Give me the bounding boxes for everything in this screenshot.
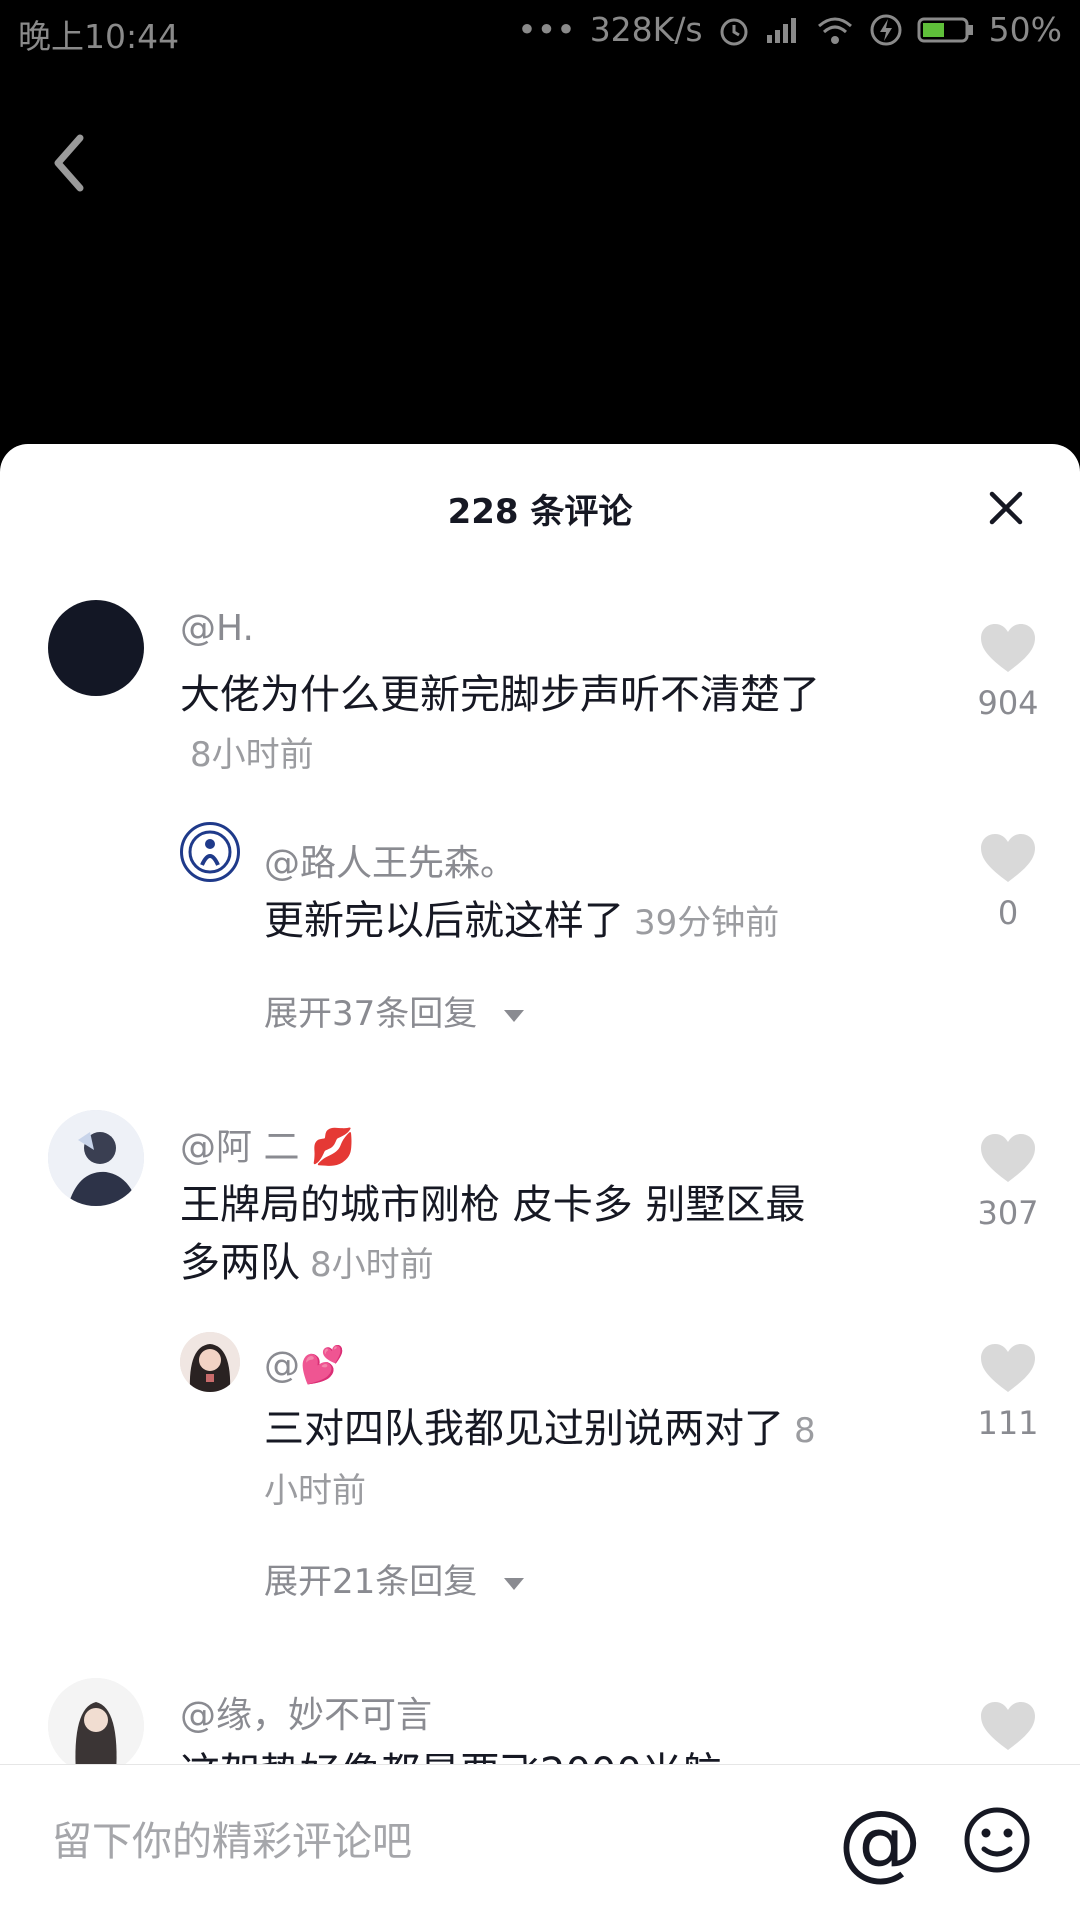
- reply-body: 三对四队我都见过别说两对了: [264, 1406, 784, 1452]
- comment-item: @阿 二 💋 王牌局的城市刚枪 皮卡多 别墅区最多两队 8小时前 307 @💕 三…: [0, 1110, 1080, 1530]
- like-button[interactable]: [958, 1700, 1058, 1752]
- expand-label: 展开21条回复: [264, 1562, 478, 1602]
- reply-like-button[interactable]: 0: [958, 832, 1058, 932]
- reply-username[interactable]: @路人王先森。: [264, 834, 516, 886]
- comment-body: 王牌局的城市刚枪 皮卡多 别墅区最多两队: [180, 1182, 806, 1286]
- like-count: 111: [977, 1404, 1039, 1442]
- comment-username[interactable]: @阿 二 💋: [180, 1118, 356, 1170]
- charging-icon: [870, 14, 902, 45]
- close-icon[interactable]: [984, 486, 1028, 530]
- comment-body: 大佬为什么更新完脚步声听不清楚了: [180, 672, 820, 718]
- avatar[interactable]: [48, 1678, 144, 1774]
- reply-like-button[interactable]: 111: [958, 1342, 1058, 1442]
- battery-percent: 50%: [988, 10, 1062, 49]
- reply-text[interactable]: 更新完以后就这样了 39分钟前: [264, 892, 824, 952]
- reply-body: 更新完以后就这样了: [264, 898, 624, 944]
- emoji-icon[interactable]: [962, 1805, 1032, 1875]
- like-button[interactable]: 904: [958, 622, 1058, 722]
- chevron-down-icon: [504, 1009, 525, 1022]
- comment-username[interactable]: @缘，妙不可言: [180, 1686, 432, 1738]
- team-logo-icon: [188, 830, 232, 874]
- reply-text[interactable]: 三对四队我都见过别说两对了 8小时前: [264, 1400, 824, 1520]
- status-bar: 晚上10:44 ••• 328K/s 50%: [0, 0, 1080, 62]
- alarm-icon: [720, 18, 748, 45]
- comment-text[interactable]: 王牌局的城市刚枪 皮卡多 别墅区最多两队 8小时前: [180, 1176, 840, 1294]
- more-dots: •••: [517, 10, 576, 49]
- avatar-image: [180, 1332, 240, 1392]
- avatar[interactable]: [48, 600, 144, 696]
- comment-text[interactable]: 大佬为什么更新完脚步声听不清楚了 8小时前: [180, 666, 820, 784]
- mention-button[interactable]: @: [838, 1799, 922, 1883]
- comment-count-title: 228 条评论: [447, 492, 633, 532]
- sheet-header: 228 条评论: [0, 444, 1080, 564]
- signal-icon: [766, 17, 796, 43]
- comment-item: @H. 大佬为什么更新完脚步声听不清楚了 8小时前 904 @路人王先森。 更新完…: [0, 600, 1080, 1000]
- heart-icon: [981, 1702, 1035, 1750]
- reply-time: 39分钟前: [634, 903, 780, 943]
- comment-sheet: 228 条评论 @H. 大佬为什么更新完脚步声听不清楚了 8小时前 904 @路人…: [0, 444, 1080, 1920]
- reply-avatar[interactable]: [180, 1332, 240, 1392]
- status-icons: ••• 328K/s 50%: [517, 10, 1062, 49]
- heart-icon: [981, 1134, 1035, 1182]
- avatar-image: [48, 1110, 144, 1206]
- reply-username[interactable]: @💕: [264, 1344, 345, 1386]
- expand-replies-button[interactable]: 展开37条回复: [264, 986, 526, 1035]
- avatar-image: [48, 1678, 144, 1774]
- status-time: 晚上10:44: [18, 17, 180, 56]
- wifi-icon: [817, 17, 852, 44]
- reply-avatar[interactable]: [180, 822, 240, 882]
- expand-replies-button[interactable]: 展开21条回复: [264, 1554, 526, 1603]
- avatar[interactable]: [48, 1110, 144, 1206]
- chevron-down-icon: [504, 1577, 525, 1590]
- battery-icon: [917, 17, 973, 42]
- comment-input-bar: @: [0, 1764, 1080, 1921]
- comment-time: 8小时前: [190, 735, 314, 775]
- comment-username[interactable]: @H.: [180, 608, 254, 649]
- like-count: 0: [997, 894, 1019, 932]
- expand-label: 展开37条回复: [264, 994, 478, 1034]
- comment-time: 8小时前: [310, 1245, 434, 1285]
- back-arrow-icon[interactable]: [44, 128, 92, 198]
- like-button[interactable]: 307: [958, 1132, 1058, 1232]
- network-speed: 328K/s: [589, 10, 703, 49]
- like-count: 307: [977, 1194, 1039, 1232]
- comment-input[interactable]: [50, 1811, 754, 1873]
- like-count: 904: [977, 684, 1039, 722]
- heart-icon: [981, 624, 1035, 672]
- heart-icon: [981, 1344, 1035, 1392]
- heart-icon: [981, 834, 1035, 882]
